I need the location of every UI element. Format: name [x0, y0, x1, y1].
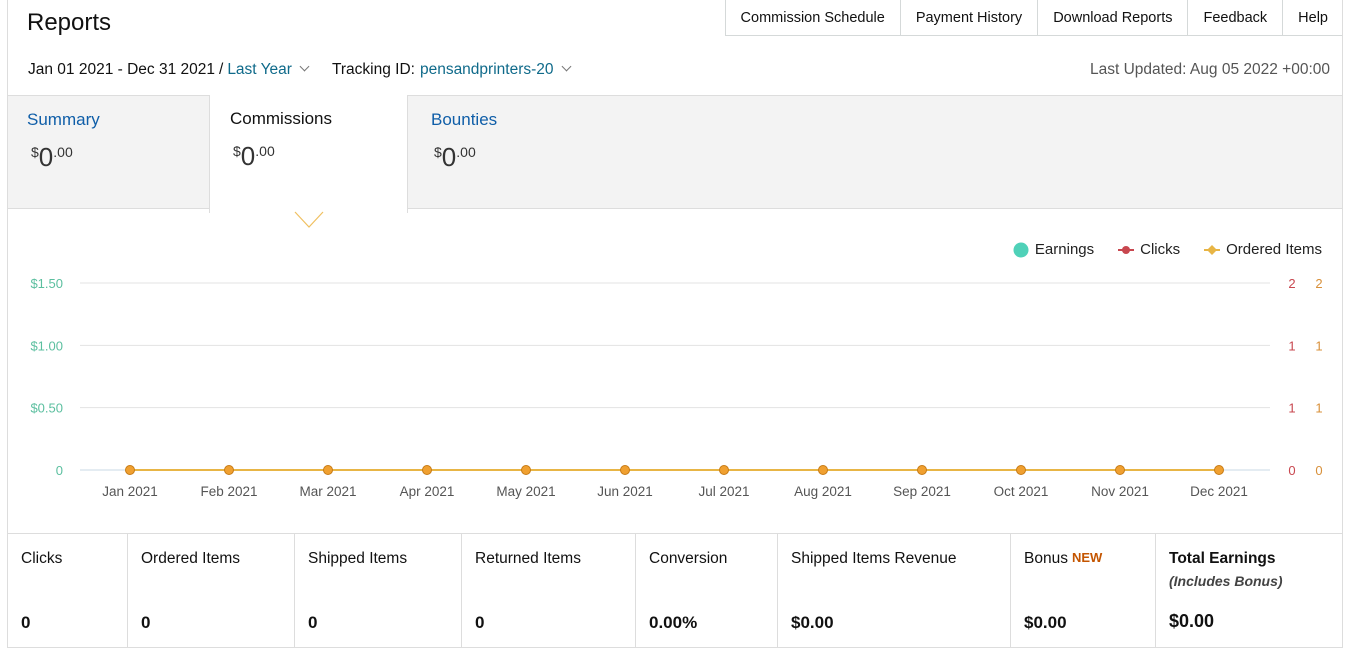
data-point: [1214, 465, 1224, 475]
tracking-id-value: pensandprinters-20: [419, 61, 554, 78]
tab-summary[interactable]: Summary $0.00: [8, 96, 208, 208]
tab-commissions[interactable]: Commissions $0.00: [209, 95, 408, 213]
y-left-tick-label: $0.50: [30, 401, 63, 416]
x-tick-label: Feb 2021: [200, 484, 257, 499]
data-point: [1016, 465, 1026, 475]
earnings-chart: Earnings Clicks Ordered Items 0 0 0 $0.50 1 1…: [8, 210, 1342, 532]
page-title: Reports: [27, 9, 112, 36]
top-nav: Commission Schedule Payment History Down…: [724, 0, 1342, 36]
tab-commissions-value: $0.00: [233, 141, 275, 171]
data-point: [224, 465, 234, 475]
x-tick-label: Sep 2021: [893, 484, 951, 499]
stat-bonus-value: $0.00: [1024, 613, 1067, 632]
reports-page: Reports Commission Schedule Payment Hist…: [7, 0, 1343, 648]
period-label: Last Year: [227, 61, 292, 78]
data-point: [323, 465, 333, 475]
report-tabs: Summary $0.00 Commissions $0.00 Bounties…: [8, 95, 1342, 213]
chevron-down-icon: [561, 61, 571, 72]
tab-commissions-label: Commissions: [230, 109, 333, 128]
data-point: [521, 465, 531, 475]
x-tick-label: May 2021: [496, 484, 555, 499]
stat-returned-items-value: 0: [475, 613, 485, 632]
x-tick-label: Jun 2021: [597, 484, 653, 499]
stat-returned-items-label: Returned Items: [475, 550, 581, 567]
x-tick-label: Dec 2021: [1190, 484, 1248, 499]
stat-bonus-label: Bonus: [1024, 550, 1068, 567]
stat-clicks: Clicks 0: [8, 534, 128, 648]
period-dropdown[interactable]: Last Year: [227, 61, 310, 79]
stat-total-earnings-sublabel: (Includes Bonus): [1169, 573, 1283, 589]
y-left-tick-label: 0: [56, 463, 63, 478]
tracking-label: Tracking ID:: [331, 61, 415, 78]
y-right-ordered-tick-label: 1: [1315, 338, 1322, 353]
new-badge: NEW: [1071, 550, 1103, 565]
stat-clicks-label: Clicks: [21, 550, 63, 567]
tab-bounties[interactable]: Bounties $0.00: [409, 96, 609, 208]
y-right-ordered-tick-label: 0: [1315, 463, 1322, 478]
x-tick-label: Jan 2021: [102, 484, 158, 499]
x-tick-label: Aug 2021: [794, 484, 852, 499]
stats-bar: Clicks 0 Ordered Items 0 Shipped Items 0…: [8, 533, 1342, 648]
y-left-tick-label: $1.00: [30, 338, 63, 353]
stat-shipped-revenue-value: $0.00: [791, 613, 834, 632]
data-point: [818, 465, 828, 475]
tab-summary-value: $0.00: [31, 142, 73, 172]
tab-summary-label: Summary: [27, 110, 100, 129]
nav-feedback[interactable]: Feedback: [1188, 0, 1284, 35]
x-tick-label: Nov 2021: [1091, 484, 1149, 499]
tab-bounties-label: Bounties: [431, 110, 498, 129]
tracking-id-dropdown[interactable]: pensandprinters-20: [419, 61, 571, 79]
y-right-ordered-tick-label: 1: [1315, 401, 1322, 416]
stat-shipped-items-value: 0: [308, 613, 318, 632]
stat-total-earnings-label: Total Earnings: [1169, 550, 1276, 567]
date-range-text: Jan 01 2021 - Dec 31 2021: [28, 61, 215, 78]
tab-bounties-value: $0.00: [434, 142, 476, 172]
stat-shipped-items-label: Shipped Items: [308, 550, 408, 567]
nav-help[interactable]: Help: [1283, 0, 1342, 35]
date-separator: /: [219, 61, 224, 78]
stat-total-earnings: Total Earnings (Includes Bonus) $0.00: [1156, 534, 1342, 648]
y-left-tick-label: $1.50: [30, 276, 63, 291]
x-tick-label: Apr 2021: [400, 484, 455, 499]
y-right-clicks-tick-label: 1: [1288, 338, 1295, 353]
data-point: [1115, 465, 1125, 475]
stat-returned-items: Returned Items 0: [462, 534, 636, 648]
data-point: [917, 465, 927, 475]
filter-bar: Jan 01 2021 - Dec 31 2021 / Last Year Tr…: [28, 61, 571, 79]
stat-ordered-items: Ordered Items 0: [128, 534, 295, 648]
stat-shipped-revenue-label: Shipped Items Revenue: [791, 550, 957, 567]
x-tick-label: Oct 2021: [994, 484, 1049, 499]
stat-shipped-revenue: Shipped Items Revenue $0.00: [778, 534, 1011, 648]
x-tick-label: Mar 2021: [299, 484, 356, 499]
stat-conversion-value: 0.00%: [649, 613, 698, 632]
stat-bonus: Bonus NEW $0.00: [1011, 534, 1156, 648]
data-point: [620, 465, 630, 475]
x-tick-label: Jul 2021: [698, 484, 749, 499]
y-right-clicks-tick-label: 0: [1288, 463, 1295, 478]
stat-shipped-items: Shipped Items 0: [295, 534, 462, 648]
y-right-clicks-tick-label: 1: [1288, 401, 1295, 416]
stat-clicks-value: 0: [21, 613, 31, 632]
stat-bonus-label-row: Bonus NEW: [1024, 550, 1102, 568]
last-updated: Last Updated: Aug 05 2022 +00:00: [1089, 61, 1330, 78]
chart-plot: 0 0 0 $0.50 1 1 $1.00 1 1 $1.50 2 2 Jan 2021 Feb 2021…: [30, 276, 1322, 499]
nav-commission-schedule[interactable]: Commission Schedule: [726, 0, 901, 35]
stat-conversion: Conversion 0.00%: [636, 534, 778, 648]
y-right-clicks-tick-label: 2: [1288, 276, 1295, 291]
nav-payment-history[interactable]: Payment History: [901, 0, 1039, 35]
y-right-ordered-tick-label: 2: [1315, 276, 1322, 291]
stat-conversion-label: Conversion: [649, 550, 728, 567]
chevron-down-icon: [299, 61, 310, 72]
data-point: [422, 465, 432, 475]
nav-download-reports[interactable]: Download Reports: [1038, 0, 1189, 35]
data-point: [719, 465, 729, 475]
stat-ordered-items-value: 0: [141, 613, 151, 632]
stat-ordered-items-label: Ordered Items: [141, 550, 241, 567]
stat-total-earnings-value: $0.00: [1169, 611, 1215, 631]
data-point: [125, 465, 135, 475]
